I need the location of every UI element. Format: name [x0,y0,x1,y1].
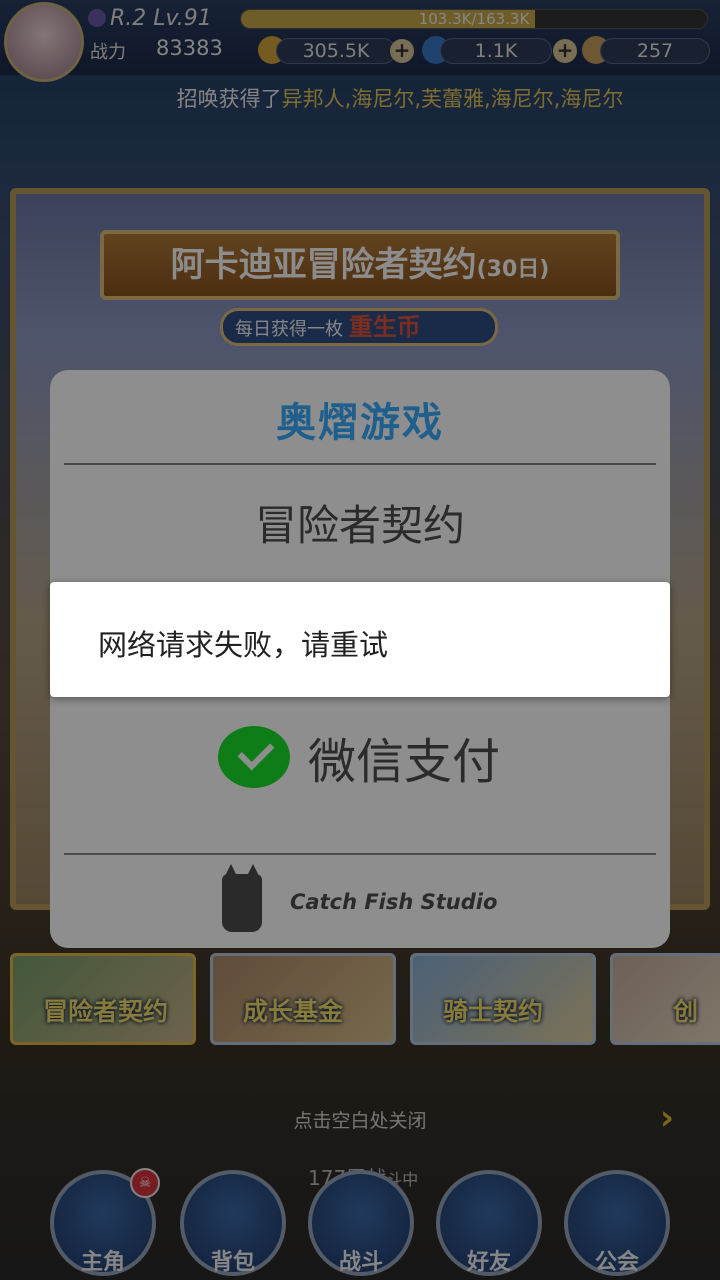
cat-logo-icon [222,864,262,932]
studio-name: Catch Fish Studio [290,890,498,914]
studio-logo: Catch Fish Studio [220,864,550,936]
divider [64,463,656,465]
divider [64,853,656,855]
error-message: 网络请求失败，请重试 [98,628,389,662]
payment-product: 冒险者契约 [254,501,465,550]
wechat-pay-label: 微信支付 [308,734,501,790]
payment-brand: 奥熠游戏 [276,400,444,446]
wechat-icon [218,726,290,788]
error-toast: 网络请求失败，请重试 [50,582,670,697]
